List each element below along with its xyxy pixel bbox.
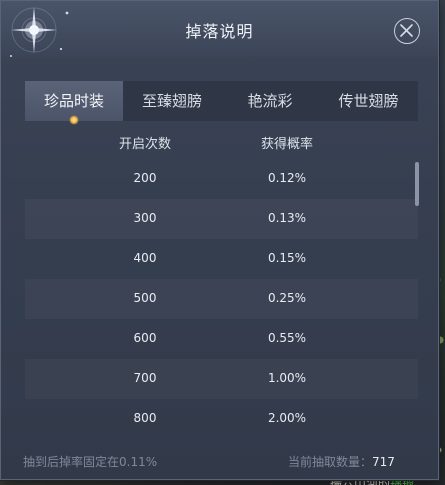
open-count-cell: 400 [133, 251, 157, 265]
table-row: 600 0.55% [25, 319, 418, 359]
drop-rate-cell: 0.13% [267, 211, 307, 225]
open-count-cell: 800 [133, 411, 157, 425]
dialog-title: 掉落说明 [185, 22, 254, 41]
tab-bar: 珍品时装 至臻翅膀 艳流彩 传世翅膀 [25, 81, 418, 125]
pity-rate-note: 抽到后掉率固定在0.11% [23, 455, 158, 469]
tab-legend-wings[interactable]: 传世翅膀 [319, 81, 418, 121]
table-scrollbar[interactable] [415, 162, 419, 206]
drop-info-dialog: 掉落说明 珍品时装 至臻翅膀 艳流彩 传世翅膀 开启次数 获得概率 200 0.… [0, 0, 439, 480]
table-row: 800 2.00% [25, 399, 418, 437]
close-button[interactable] [394, 18, 420, 44]
open-count-cell: 600 [133, 331, 157, 345]
draw-count-value: 717 [372, 455, 395, 469]
drop-rate-cell: 0.55% [267, 331, 307, 345]
table-row: 300 0.13% [25, 199, 418, 239]
drop-rate-cell: 0.25% [267, 291, 307, 305]
drop-rate-cell: 0.12% [267, 171, 307, 185]
draw-count: 当前抽取数量：717 [288, 453, 395, 470]
drop-rate-cell: 2.00% [267, 411, 307, 425]
open-count-cell: 200 [133, 171, 157, 185]
table-row: 700 1.00% [25, 359, 418, 399]
header-open-count: 开启次数 [118, 137, 171, 152]
open-count-cell: 500 [133, 291, 157, 305]
tab-color-flow[interactable]: 艳流彩 [221, 81, 319, 121]
drop-rate-cell: 1.00% [267, 371, 307, 385]
header-drop-rate: 获得概率 [260, 137, 313, 152]
open-count-cell: 700 [133, 371, 157, 385]
close-icon [400, 24, 413, 37]
drop-rate-table: 开启次数 获得概率 200 0.12% 300 0.13% 400 0.15% … [25, 121, 418, 437]
draw-count-label: 当前抽取数量： [288, 455, 373, 469]
tab-supreme-wings[interactable]: 至臻翅膀 [123, 81, 221, 121]
open-count-cell: 300 [133, 211, 157, 225]
drop-rate-cell: 0.15% [267, 251, 307, 265]
table-row: 200 0.12% [25, 159, 418, 199]
table-row: 500 0.25% [25, 279, 418, 319]
table-row: 400 0.15% [25, 239, 418, 279]
